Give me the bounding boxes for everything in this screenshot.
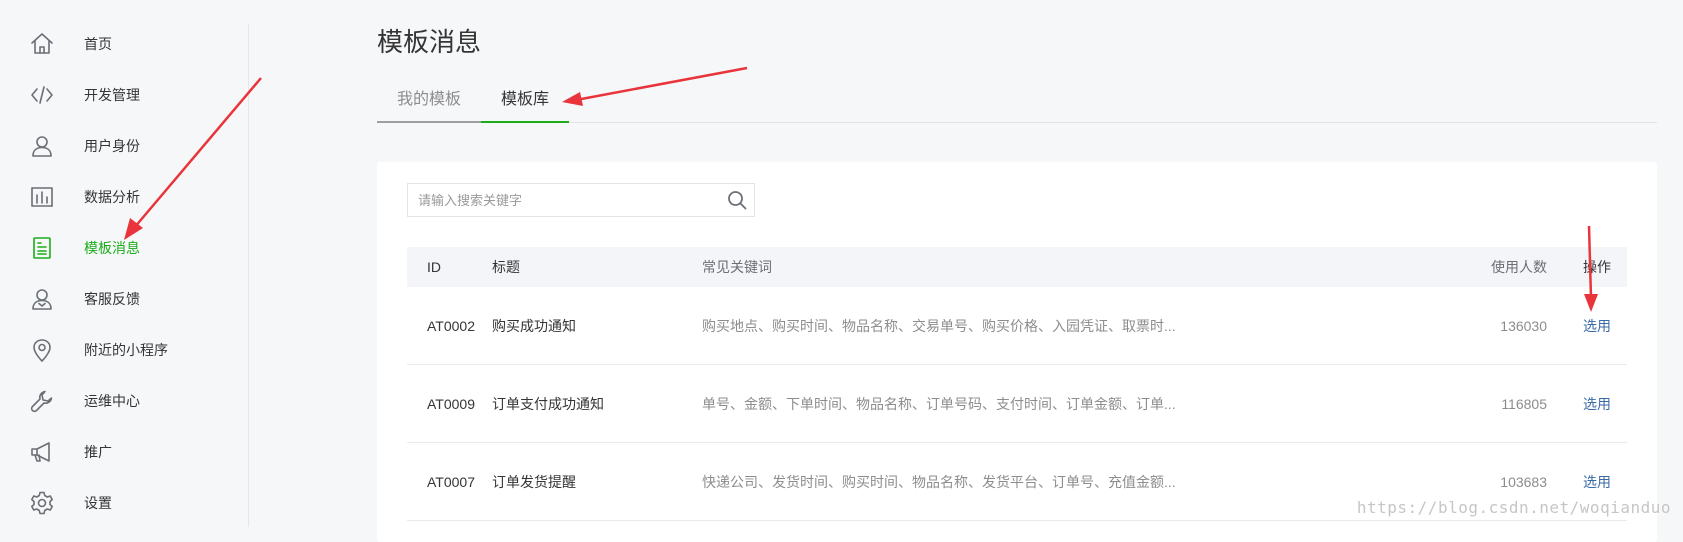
sidebar-item-label: 首页 [84, 35, 112, 52]
sidebar-item-promotion[interactable]: 推广 [0, 426, 248, 477]
template-title: 订单发货提醒 [492, 473, 576, 490]
chart-icon [29, 184, 55, 210]
home-icon [29, 31, 55, 57]
select-cell: 选用 [1547, 316, 1627, 336]
template-table: ID 标题 常见关键词 使用人数 操作 AT0002 购买成功通知 购买地点、购… [407, 247, 1627, 521]
gear-icon [29, 490, 55, 516]
column-header-id: ID [427, 259, 441, 275]
code-icon [29, 82, 55, 108]
table-row: AT0002 购买成功通知 购买地点、购买时间、物品名称、交易单号、购买价格、入… [407, 287, 1627, 365]
search-input[interactable] [408, 185, 720, 215]
tab-bar: 我的模板 模板库 [377, 78, 1657, 123]
sidebar-item-settings[interactable]: 设置 [0, 477, 248, 528]
select-link[interactable]: 选用 [1583, 318, 1611, 334]
sidebar-item-label: 模板消息 [84, 239, 140, 256]
sidebar-divider [248, 24, 249, 527]
template-library-panel: ID 标题 常见关键词 使用人数 操作 AT0002 购买成功通知 购买地点、购… [377, 162, 1657, 542]
sidebar-item-label: 数据分析 [84, 188, 140, 205]
location-pin-icon [29, 337, 55, 363]
template-keywords: 单号、金额、下单时间、物品名称、订单号码、支付时间、订单金额、订单... [702, 395, 1176, 412]
sidebar-nav: 首页 开发管理 用户身份 数据分析 模板消息 客服反馈 附近的小程序 运维中心 … [0, 18, 248, 528]
wrench-icon [29, 388, 55, 414]
sidebar-item-home[interactable]: 首页 [0, 18, 248, 69]
search-button[interactable] [720, 184, 754, 216]
template-keywords: 快递公司、发货时间、购买时间、物品名称、发货平台、订单号、充值金额... [702, 473, 1176, 490]
sidebar-item-label: 用户身份 [84, 137, 140, 154]
page-title: 模板消息 [377, 27, 482, 57]
column-header-keywords: 常见关键词 [702, 259, 772, 275]
sidebar-item-label: 客服反馈 [84, 290, 140, 307]
sidebar-item-dev-management[interactable]: 开发管理 [0, 69, 248, 120]
template-users: 136030 [1500, 317, 1547, 334]
sidebar-item-label: 开发管理 [84, 86, 140, 103]
template-id: AT0009 [427, 395, 475, 412]
template-users: 116805 [1501, 395, 1547, 412]
sidebar: 首页 开发管理 用户身份 数据分析 模板消息 客服反馈 附近的小程序 运维中心 … [0, 0, 248, 527]
sidebar-item-label: 运维中心 [84, 392, 140, 409]
template-users: 103683 [1500, 473, 1547, 490]
sidebar-item-nearby-miniprograms[interactable]: 附近的小程序 [0, 324, 248, 375]
template-keywords: 购买地点、购买时间、物品名称、交易单号、购买价格、入园凭证、取票时... [702, 317, 1176, 334]
column-header-op: 操作 [1583, 259, 1611, 275]
sidebar-item-user-identity[interactable]: 用户身份 [0, 120, 248, 171]
template-id: AT0007 [427, 473, 475, 490]
template-title: 订单支付成功通知 [492, 395, 604, 412]
template-id: AT0002 [427, 317, 475, 334]
megaphone-icon [29, 439, 55, 465]
table-row: AT0009 订单支付成功通知 单号、金额、下单时间、物品名称、订单号码、支付时… [407, 365, 1627, 443]
watermark: https://blog.csdn.net/woqianduo [1356, 498, 1671, 517]
sidebar-item-data-analysis[interactable]: 数据分析 [0, 171, 248, 222]
tab-my-templates[interactable]: 我的模板 [377, 78, 482, 123]
column-header-users: 使用人数 [1491, 259, 1547, 275]
select-link[interactable]: 选用 [1583, 396, 1611, 412]
template-title: 购买成功通知 [492, 317, 576, 334]
sidebar-item-template-messages[interactable]: 模板消息 [0, 222, 248, 273]
table-header: ID 标题 常见关键词 使用人数 操作 [407, 247, 1627, 287]
sidebar-item-label: 推广 [84, 443, 112, 460]
select-cell: 选用 [1547, 472, 1627, 492]
sidebar-item-label: 附近的小程序 [84, 341, 168, 358]
sidebar-item-customer-feedback[interactable]: 客服反馈 [0, 273, 248, 324]
search-box [407, 183, 755, 217]
sidebar-item-ops-center[interactable]: 运维中心 [0, 375, 248, 426]
select-cell: 选用 [1547, 394, 1627, 414]
sidebar-item-label: 设置 [84, 494, 112, 511]
tab-template-library[interactable]: 模板库 [481, 78, 570, 123]
column-header-title: 标题 [492, 259, 520, 275]
user-icon [29, 133, 55, 159]
support-icon [29, 286, 55, 312]
select-link[interactable]: 选用 [1583, 474, 1611, 490]
search-icon [728, 191, 747, 210]
document-icon [29, 235, 55, 261]
